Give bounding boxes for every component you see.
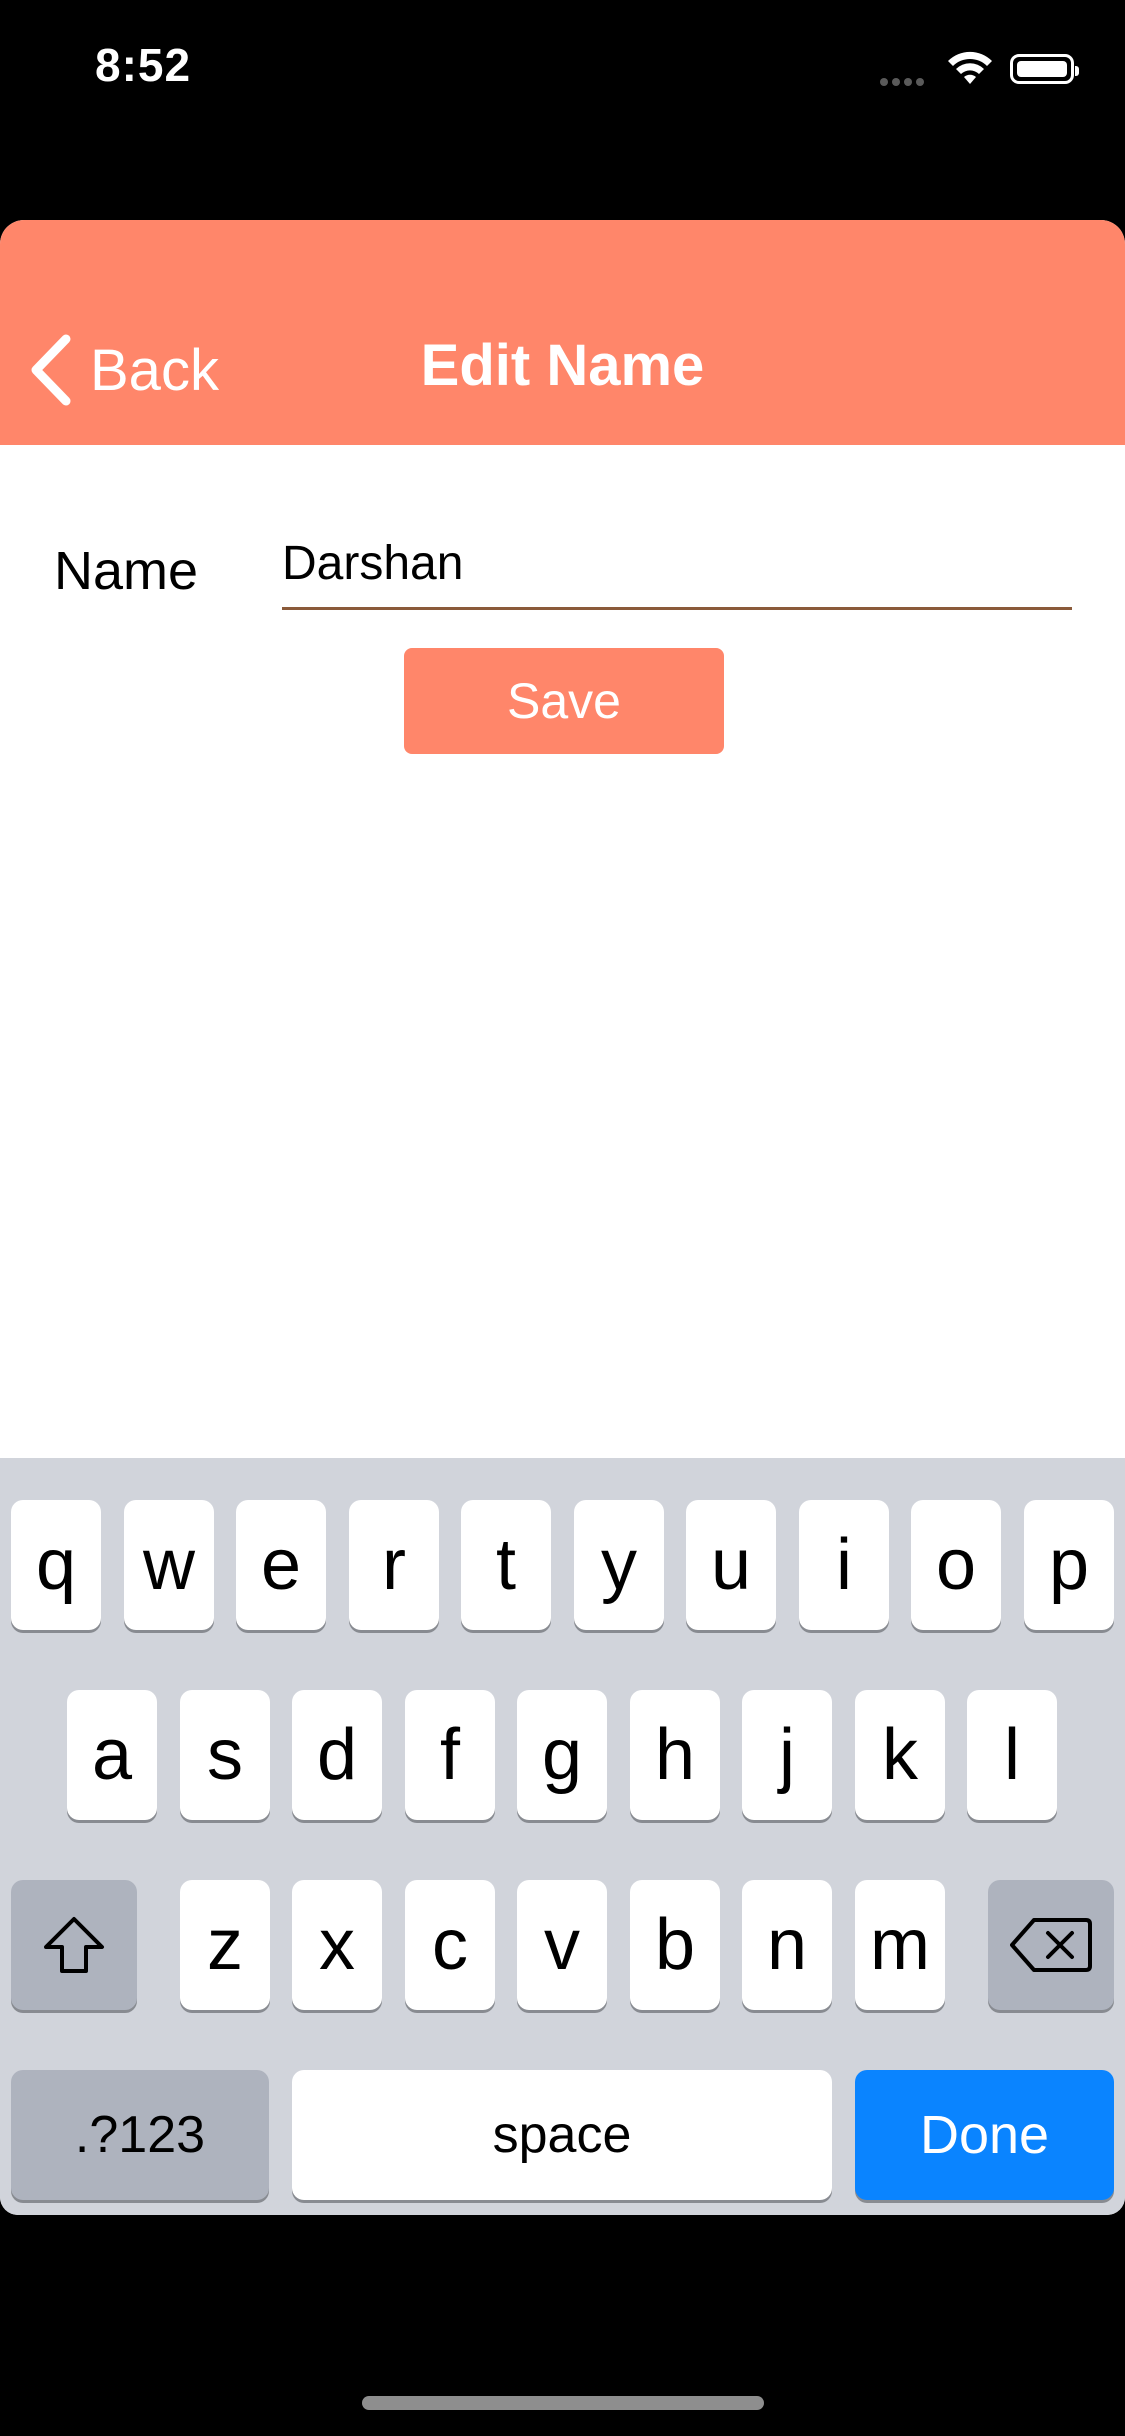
key-m[interactable]: m <box>855 1880 945 2010</box>
key-l[interactable]: l <box>967 1690 1057 1820</box>
key-v[interactable]: v <box>517 1880 607 2010</box>
page-title: Edit Name <box>420 333 705 398</box>
app-sheet: Back Edit Name Name Save q w e r t y u i… <box>0 220 1125 2215</box>
key-t[interactable]: t <box>461 1500 551 1630</box>
key-x[interactable]: x <box>292 1880 382 2010</box>
key-z[interactable]: z <box>180 1880 270 2010</box>
key-n[interactable]: n <box>742 1880 832 2010</box>
key-u[interactable]: u <box>686 1500 776 1630</box>
battery-icon <box>1010 54 1079 84</box>
key-w[interactable]: w <box>124 1500 214 1630</box>
shift-key[interactable] <box>11 1880 137 2010</box>
key-y[interactable]: y <box>574 1500 664 1630</box>
shift-icon <box>44 1917 104 1973</box>
key-g[interactable]: g <box>517 1690 607 1820</box>
name-input[interactable] <box>282 520 1072 610</box>
status-time: 8:52 <box>95 39 192 91</box>
key-p[interactable]: p <box>1024 1500 1114 1630</box>
key-r[interactable]: r <box>349 1500 439 1630</box>
numbers-key[interactable]: .?123 <box>11 2070 269 2200</box>
key-i[interactable]: i <box>799 1500 889 1630</box>
done-key[interactable]: Done <box>855 2070 1114 2200</box>
wifi-icon <box>948 51 992 84</box>
name-label: Name <box>54 541 199 601</box>
key-e[interactable]: e <box>236 1500 326 1630</box>
space-key[interactable]: space <box>292 2070 832 2200</box>
key-b[interactable]: b <box>630 1880 720 2010</box>
cellular-signal-icon <box>880 73 928 91</box>
key-f[interactable]: f <box>405 1690 495 1820</box>
navigation-bar: Back Edit Name <box>0 220 1125 445</box>
keyboard: q w e r t y u i o p a s d f g h j k l z … <box>0 1458 1125 2215</box>
key-d[interactable]: d <box>292 1690 382 1820</box>
key-s[interactable]: s <box>180 1690 270 1820</box>
backspace-icon <box>1010 1918 1092 1972</box>
save-button[interactable]: Save <box>404 648 724 754</box>
key-c[interactable]: c <box>405 1880 495 2010</box>
key-o[interactable]: o <box>911 1500 1001 1630</box>
home-indicator <box>362 2396 764 2410</box>
delete-key[interactable] <box>988 1880 1114 2010</box>
key-j[interactable]: j <box>742 1690 832 1820</box>
key-h[interactable]: h <box>630 1690 720 1820</box>
key-a[interactable]: a <box>67 1690 157 1820</box>
key-q[interactable]: q <box>11 1500 101 1630</box>
key-k[interactable]: k <box>855 1690 945 1820</box>
